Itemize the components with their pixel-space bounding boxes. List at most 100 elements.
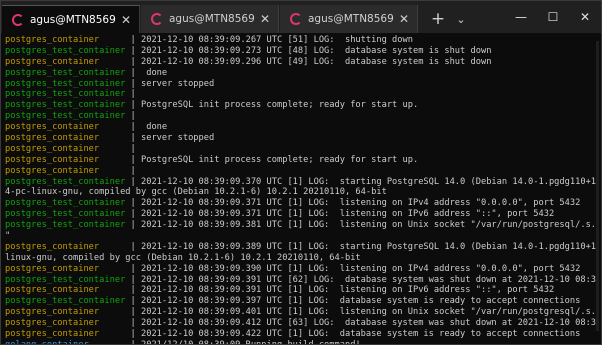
- container-name: postgres_container: [5, 263, 131, 274]
- container-name: postgres_container: [5, 241, 131, 252]
- container-name: postgres_test_container: [5, 100, 131, 111]
- tab-2[interactable]: agus@MTN8569: ~/learni ✕: [141, 5, 279, 33]
- container-name: postgres_test_container: [5, 111, 131, 122]
- terminal-line: postgres_test_container | 2021-12-10 08:…: [5, 220, 597, 231]
- container-name: postgres_container: [5, 329, 131, 340]
- container-name: postgres_container: [5, 56, 131, 67]
- terminal-window: agus@MTN8569: ~/learni ✕ agus@MTN8569: ~…: [0, 0, 602, 345]
- log-text: | 2021-12-10 08:39:09.371 UTC [1] LOG: l…: [130, 209, 555, 220]
- terminal-line: postgres_container | server stopped: [5, 133, 597, 144]
- terminal-line: postgres_test_container | 2021-12-10 08:…: [5, 209, 597, 220]
- log-text: | done: [130, 67, 168, 78]
- window-controls: — ☐ ✕: [505, 1, 601, 33]
- log-text: | 2021-12-10 08:39:09.391 UTC [1] LOG: l…: [130, 285, 555, 296]
- container-name: postgres_container: [5, 307, 131, 318]
- log-text: ": [5, 231, 11, 242]
- log-text: | 2021-12-10 08:39:09.381 UTC [1] LOG: l…: [130, 220, 597, 231]
- log-text: |: [130, 111, 136, 122]
- container-name: postgres_test_container: [5, 220, 131, 231]
- log-text: | 2021-12-10 08:39:09.390 UTC [1] LOG: l…: [130, 263, 581, 274]
- terminal-line: 4-pc-linux-gnu, compiled by gcc (Debian …: [5, 187, 597, 198]
- terminal-line: postgres_container | PostgreSQL init pro…: [5, 155, 597, 166]
- terminal-line: postgres_container |: [5, 166, 597, 177]
- terminal-line: postgres_test_container | 2021-12-10 08:…: [5, 296, 597, 307]
- log-text: | server stopped: [130, 133, 215, 144]
- maximize-icon[interactable]: ☐: [537, 10, 569, 24]
- container-name: postgres_container: [5, 154, 131, 165]
- log-text: 4-pc-linux-gnu, compiled by gcc (Debian …: [5, 187, 387, 198]
- tab-bar: agus@MTN8569: ~/learni ✕ agus@MTN8569: ~…: [1, 1, 601, 33]
- chevron-down-icon[interactable]: ⌄: [450, 13, 472, 26]
- container-name: postgres_test_container: [5, 274, 131, 285]
- log-text: |: [130, 143, 136, 154]
- minimize-icon[interactable]: —: [505, 10, 537, 24]
- terminal-line: postgres_container | 2021-12-10 08:39:09…: [5, 35, 597, 46]
- container-name: golang_container: [5, 339, 131, 345]
- terminal-line: postgres_test_container |: [5, 111, 597, 122]
- terminal-line: postgres_test_container | 2021-12-10 08:…: [5, 177, 597, 188]
- log-text: |: [130, 165, 136, 176]
- terminal-line: postgres_container | 2021-12-10 08:39:09…: [5, 285, 597, 296]
- log-text: | 2021-12-10 08:39:09.401 UTC [1] LOG: l…: [130, 307, 597, 318]
- log-text: | 2021-12-10 08:39:09.412 UTC [63] LOG: …: [130, 318, 597, 329]
- log-text: | 2021-12-10 08:39:09.371 UTC [1] LOG: l…: [130, 198, 581, 209]
- container-name: postgres_test_container: [5, 176, 131, 187]
- tab-title: agus@MTN8569: ~/learni: [169, 13, 256, 25]
- log-text: | 2021-12-10 08:39:09.391 UTC [62] LOG: …: [130, 274, 597, 285]
- tab-1[interactable]: agus@MTN8569: ~/learni ✕: [2, 5, 140, 33]
- log-text: | done: [130, 122, 168, 133]
- terminal-line: postgres_test_container | done: [5, 68, 597, 79]
- container-name: postgres_test_container: [5, 198, 131, 209]
- terminal-line: postgres_container | 2021-12-10 08:39:09…: [5, 329, 597, 340]
- log-text: linux-gnu, compiled by gcc (Debian 10.2.…: [5, 252, 361, 263]
- container-name: postgres_container: [5, 165, 131, 176]
- scrollbar[interactable]: [596, 41, 599, 331]
- log-text: | 2021-12-10 08:39:09.296 UTC [49] LOG: …: [130, 56, 492, 67]
- terminal-line: postgres_test_container |: [5, 89, 597, 100]
- tab-3[interactable]: agus@MTN8569: ~ ✕: [280, 5, 418, 33]
- close-icon[interactable]: ✕: [256, 12, 274, 26]
- container-name: postgres_container: [5, 285, 131, 296]
- log-text: | 2021-12-10 08:39:09.267 UTC [51] LOG: …: [130, 35, 413, 45]
- terminal-line: postgres_container | 2021-12-10 08:39:09…: [5, 57, 597, 68]
- terminal-line: postgres_container | done: [5, 122, 597, 133]
- terminal-line: postgres_container | 2021-12-10 08:39:09…: [5, 264, 597, 275]
- terminal-line: postgres_container | 2021-12-10 08:39:09…: [5, 307, 597, 318]
- terminal-line: linux-gnu, compiled by gcc (Debian 10.2.…: [5, 253, 597, 264]
- tab-actions: + ⌄: [426, 5, 472, 33]
- terminal-line: postgres_container | 2021-12-10 08:39:09…: [5, 318, 597, 329]
- terminal-line: postgres_test_container | server stopped: [5, 79, 597, 90]
- terminal-line: postgres_test_container | 2021-12-10 08:…: [5, 198, 597, 209]
- debian-icon: [290, 13, 302, 25]
- close-window-icon[interactable]: ✕: [569, 10, 601, 24]
- container-name: postgres_test_container: [5, 89, 131, 100]
- log-text: | PostgreSQL init process complete; read…: [130, 154, 419, 165]
- container-name: postgres_container: [5, 318, 131, 329]
- close-icon[interactable]: ✕: [117, 13, 135, 27]
- log-text: | 2021-12-10 08:39:09.397 UTC [1] LOG: d…: [130, 296, 581, 307]
- log-text: | server stopped: [130, 78, 215, 89]
- terminal-line: postgres_container |: [5, 144, 597, 155]
- log-text: | 2021-12-10 08:39:09.273 UTC [48] LOG: …: [130, 45, 492, 56]
- container-name: postgres_test_container: [5, 78, 131, 89]
- terminal-line: postgres_test_container | PostgreSQL ini…: [5, 100, 597, 111]
- debian-icon: [12, 13, 24, 26]
- terminal-line: postgres_test_container | 2021-12-10 08:…: [5, 46, 597, 57]
- terminal-output[interactable]: postgres_container | 2021-12-10 08:39:09…: [5, 35, 597, 344]
- container-name: postgres_test_container: [5, 67, 131, 78]
- log-text: | PostgreSQL init process complete; read…: [130, 100, 419, 111]
- container-name: postgres_container: [5, 133, 131, 144]
- log-text: |: [130, 89, 136, 100]
- terminal-line: ": [5, 231, 597, 242]
- terminal-line: postgres_container | 2021-12-10 08:39:09…: [5, 242, 597, 253]
- log-text: | 2021-12-10 08:39:09.422 UTC [1] LOG: d…: [130, 329, 581, 340]
- tab-title: agus@MTN8569: ~: [308, 13, 395, 25]
- log-text: | 2021/12/10 08:39:09 Running build comm…: [130, 339, 361, 345]
- close-icon[interactable]: ✕: [395, 12, 413, 26]
- container-name: postgres_container: [5, 122, 131, 133]
- log-text: | 2021-12-10 08:39:09.370 UTC [1] LOG: s…: [130, 176, 597, 187]
- tab-title: agus@MTN8569: ~/learni: [30, 13, 117, 26]
- new-tab-icon[interactable]: +: [426, 9, 450, 29]
- terminal-line: golang_container | 2021/12/10 08:39:09 R…: [5, 339, 597, 345]
- container-name: postgres_container: [5, 35, 131, 45]
